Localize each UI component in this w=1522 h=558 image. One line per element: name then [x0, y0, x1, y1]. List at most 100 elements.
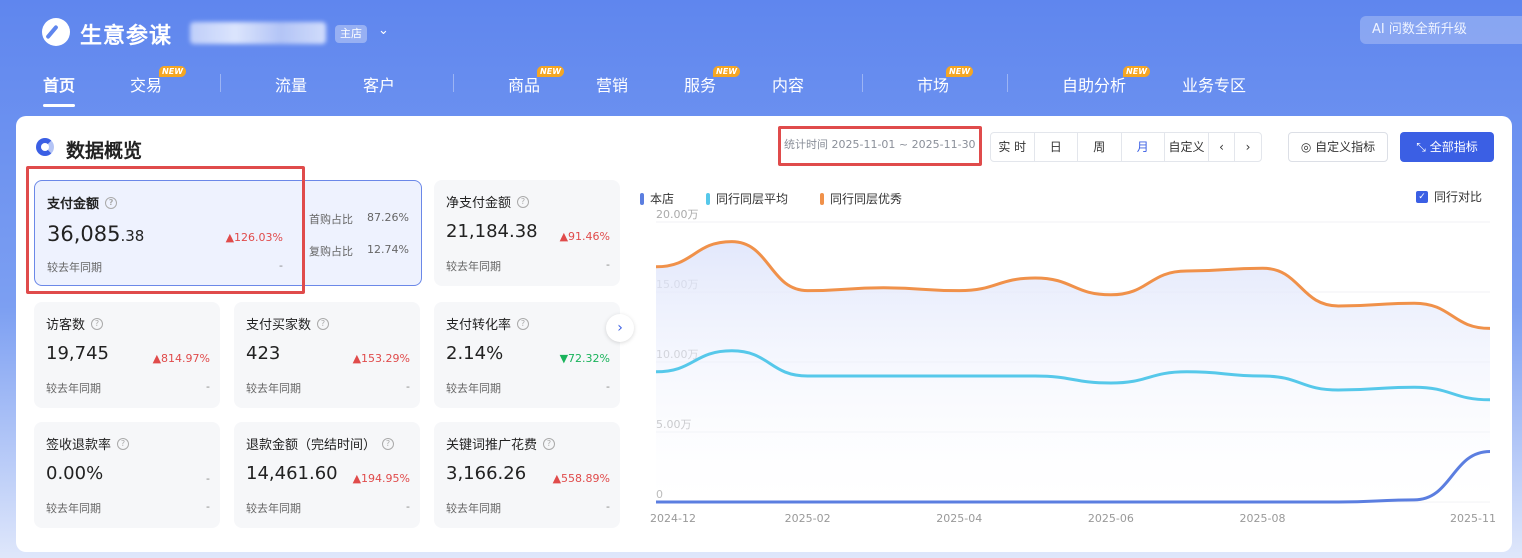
nav-self-analysis[interactable]: 自助分析 NEW [1062, 66, 1151, 96]
nav-business-zone[interactable]: 业务专区 [1182, 72, 1246, 96]
nav-divider [453, 74, 454, 92]
metric-label: 访客数? [46, 314, 208, 333]
period-week[interactable]: 周 [1078, 133, 1122, 161]
shop-name-redacted [190, 22, 326, 44]
nav-active-underline [43, 104, 75, 107]
help-question-icon[interactable]: ? [317, 317, 330, 330]
metric-compare-value: - [206, 500, 210, 513]
period-realtime[interactable]: 实 时 [991, 133, 1035, 161]
metric-card-keyword-cost[interactable]: 关键词推广花费? 3,166.26 ▲558.89% 较去年同期 - [434, 422, 620, 528]
nav-divider [220, 74, 221, 92]
metric-card-buyers[interactable]: 支付买家数? 423 ▲153.29% 较去年同期 - [234, 302, 420, 408]
nav-customers[interactable]: 客户 [363, 72, 395, 96]
period-selector: 实 时 日 周 月 自定义 ‹ › [990, 132, 1262, 162]
help-question-icon[interactable]: ? [517, 317, 530, 330]
metric-compare: 较去年同期 [246, 502, 301, 515]
metric-compare-value: - [406, 500, 410, 513]
metric-compare-value: - [406, 380, 410, 393]
shop-switch-chevron-down-icon[interactable]: ⌄ [378, 23, 389, 38]
metric-label: 退款金额（完结时间）? [246, 434, 408, 453]
overview-donut-icon [36, 138, 54, 156]
metric-value: 0.00% [46, 463, 104, 484]
new-badge: NEW [946, 66, 974, 77]
metric-compare: 较去年同期 [446, 260, 501, 273]
metric-label: 净支付金额? [446, 192, 608, 211]
panel-title: 数据概览 [66, 140, 143, 162]
metric-change: ▲153.29% [352, 352, 410, 365]
nav-trade[interactable]: 交易 NEW [130, 66, 187, 96]
help-question-icon[interactable]: ? [117, 437, 130, 450]
nav-market[interactable]: 市场 NEW [917, 66, 974, 96]
metric-label: 签收退款率? [46, 434, 208, 453]
metric-card-net-pay[interactable]: 净支付金额? 21,184.38 ▲91.46% 较去年同期 - [434, 180, 620, 286]
metric-change: ▲814.97% [152, 352, 210, 365]
compass-logo-icon [42, 18, 70, 46]
highlight-box-time [778, 126, 982, 166]
metric-card-visitors[interactable]: 访客数? 19,745 ▲814.97% 较去年同期 - [34, 302, 220, 408]
nav-service[interactable]: 服务 NEW [684, 66, 741, 96]
nav-products[interactable]: 商品 NEW [508, 66, 565, 96]
new-badge: NEW [713, 66, 741, 77]
period-custom[interactable]: 自定义 [1165, 133, 1209, 161]
metric-compare-value: - [206, 380, 210, 393]
new-badge: NEW [537, 66, 565, 77]
metric-label: 关键词推广花费? [446, 434, 608, 453]
x-tick-label: 2025-08 [1240, 512, 1286, 525]
period-month[interactable]: 月 [1122, 133, 1165, 161]
top-navigation: 生意参谋 主店 ⌄ AI 问数全新升级 首页 交易 NEW 流量 客户 商品 NEW… [0, 0, 1522, 120]
nav-divider [862, 74, 863, 92]
metric-change: ▲91.46% [559, 230, 610, 243]
checkbox-checked-icon: ✓ [1416, 190, 1428, 203]
nav-divider [1007, 74, 1008, 92]
help-question-icon[interactable]: ? [543, 437, 556, 450]
help-question-icon[interactable]: ? [382, 437, 395, 450]
help-question-icon[interactable]: ? [91, 317, 104, 330]
metric-compare: 较去年同期 [46, 502, 101, 515]
all-metrics-button[interactable]: ⤡ 全部指标 [1400, 132, 1494, 162]
y-tick-label: 20.00万 [656, 208, 699, 221]
nav-traffic[interactable]: 流量 [275, 72, 307, 96]
nav-marketing[interactable]: 营销 [596, 72, 628, 96]
shop-badge: 主店 [335, 25, 367, 43]
x-tick-label: 2025-11 [1450, 512, 1496, 525]
legend-swatch [820, 192, 824, 205]
peer-compare-checkbox[interactable]: ✓ 同行对比 [1416, 188, 1482, 205]
nav-content[interactable]: 内容 [772, 72, 804, 96]
prev-period-chevron-left-icon[interactable]: ‹ [1209, 133, 1235, 161]
ai-ask-button[interactable]: AI 问数全新升级 [1360, 16, 1522, 44]
all-metrics-label: 全部指标 [1429, 140, 1478, 154]
nav-home[interactable]: 首页 [43, 72, 75, 96]
legend-peer-top[interactable]: 同行同层优秀 [820, 190, 902, 207]
metric-card-refund-rate[interactable]: 签收退款率? 0.00% - 较去年同期 - [34, 422, 220, 528]
metric-card-conversion[interactable]: 支付转化率? 2.14% ▼72.32% 较去年同期 - [434, 302, 620, 408]
expand-chevron-right-icon[interactable]: › [606, 314, 634, 342]
x-tick-label: 2025-06 [1088, 512, 1134, 525]
next-period-chevron-right-icon[interactable]: › [1235, 133, 1261, 161]
repeat-purchase-share: 复购占比 12.74% [309, 243, 409, 258]
data-overview-panel: 数据概览 统计时间 2025-11-01 ~ 2025-11-30 实 时 日 … [16, 116, 1512, 552]
new-badge: NEW [159, 66, 187, 77]
metric-compare: 较去年同期 [46, 382, 101, 395]
metric-label: 支付买家数? [246, 314, 408, 333]
metric-change: - [206, 472, 210, 485]
legend-peer-average[interactable]: 同行同层平均 [706, 190, 788, 207]
legend-swatch [706, 192, 710, 205]
help-question-icon[interactable]: ? [517, 195, 530, 208]
metric-compare-value: - [606, 380, 610, 393]
metric-compare: 较去年同期 [446, 382, 501, 395]
period-day[interactable]: 日 [1035, 133, 1078, 161]
metric-compare: 较去年同期 [246, 382, 301, 395]
metric-card-refund-amount[interactable]: 退款金额（完结时间）? 14,461.60 ▲194.95% 较去年同期 - [234, 422, 420, 528]
metric-compare-value: - [606, 258, 610, 271]
legend-store[interactable]: 本店 [640, 190, 674, 207]
brand-title: 生意参谋 [80, 24, 173, 49]
x-tick-label: 2025-02 [785, 512, 831, 525]
custom-metrics-button[interactable]: ◎ 自定义指标 [1288, 132, 1388, 162]
metric-change: ▲194.95% [352, 472, 410, 485]
metric-compare: 较去年同期 [446, 502, 501, 515]
new-badge: NEW [1123, 66, 1151, 77]
metric-change: ▼72.32% [559, 352, 610, 365]
first-purchase-share: 首购占比 87.26% [309, 211, 409, 226]
x-tick-label: 2025-04 [936, 512, 982, 525]
trend-line-chart: 05.00万10.00万15.00万20.00万2024-122025-0220… [650, 208, 1496, 525]
